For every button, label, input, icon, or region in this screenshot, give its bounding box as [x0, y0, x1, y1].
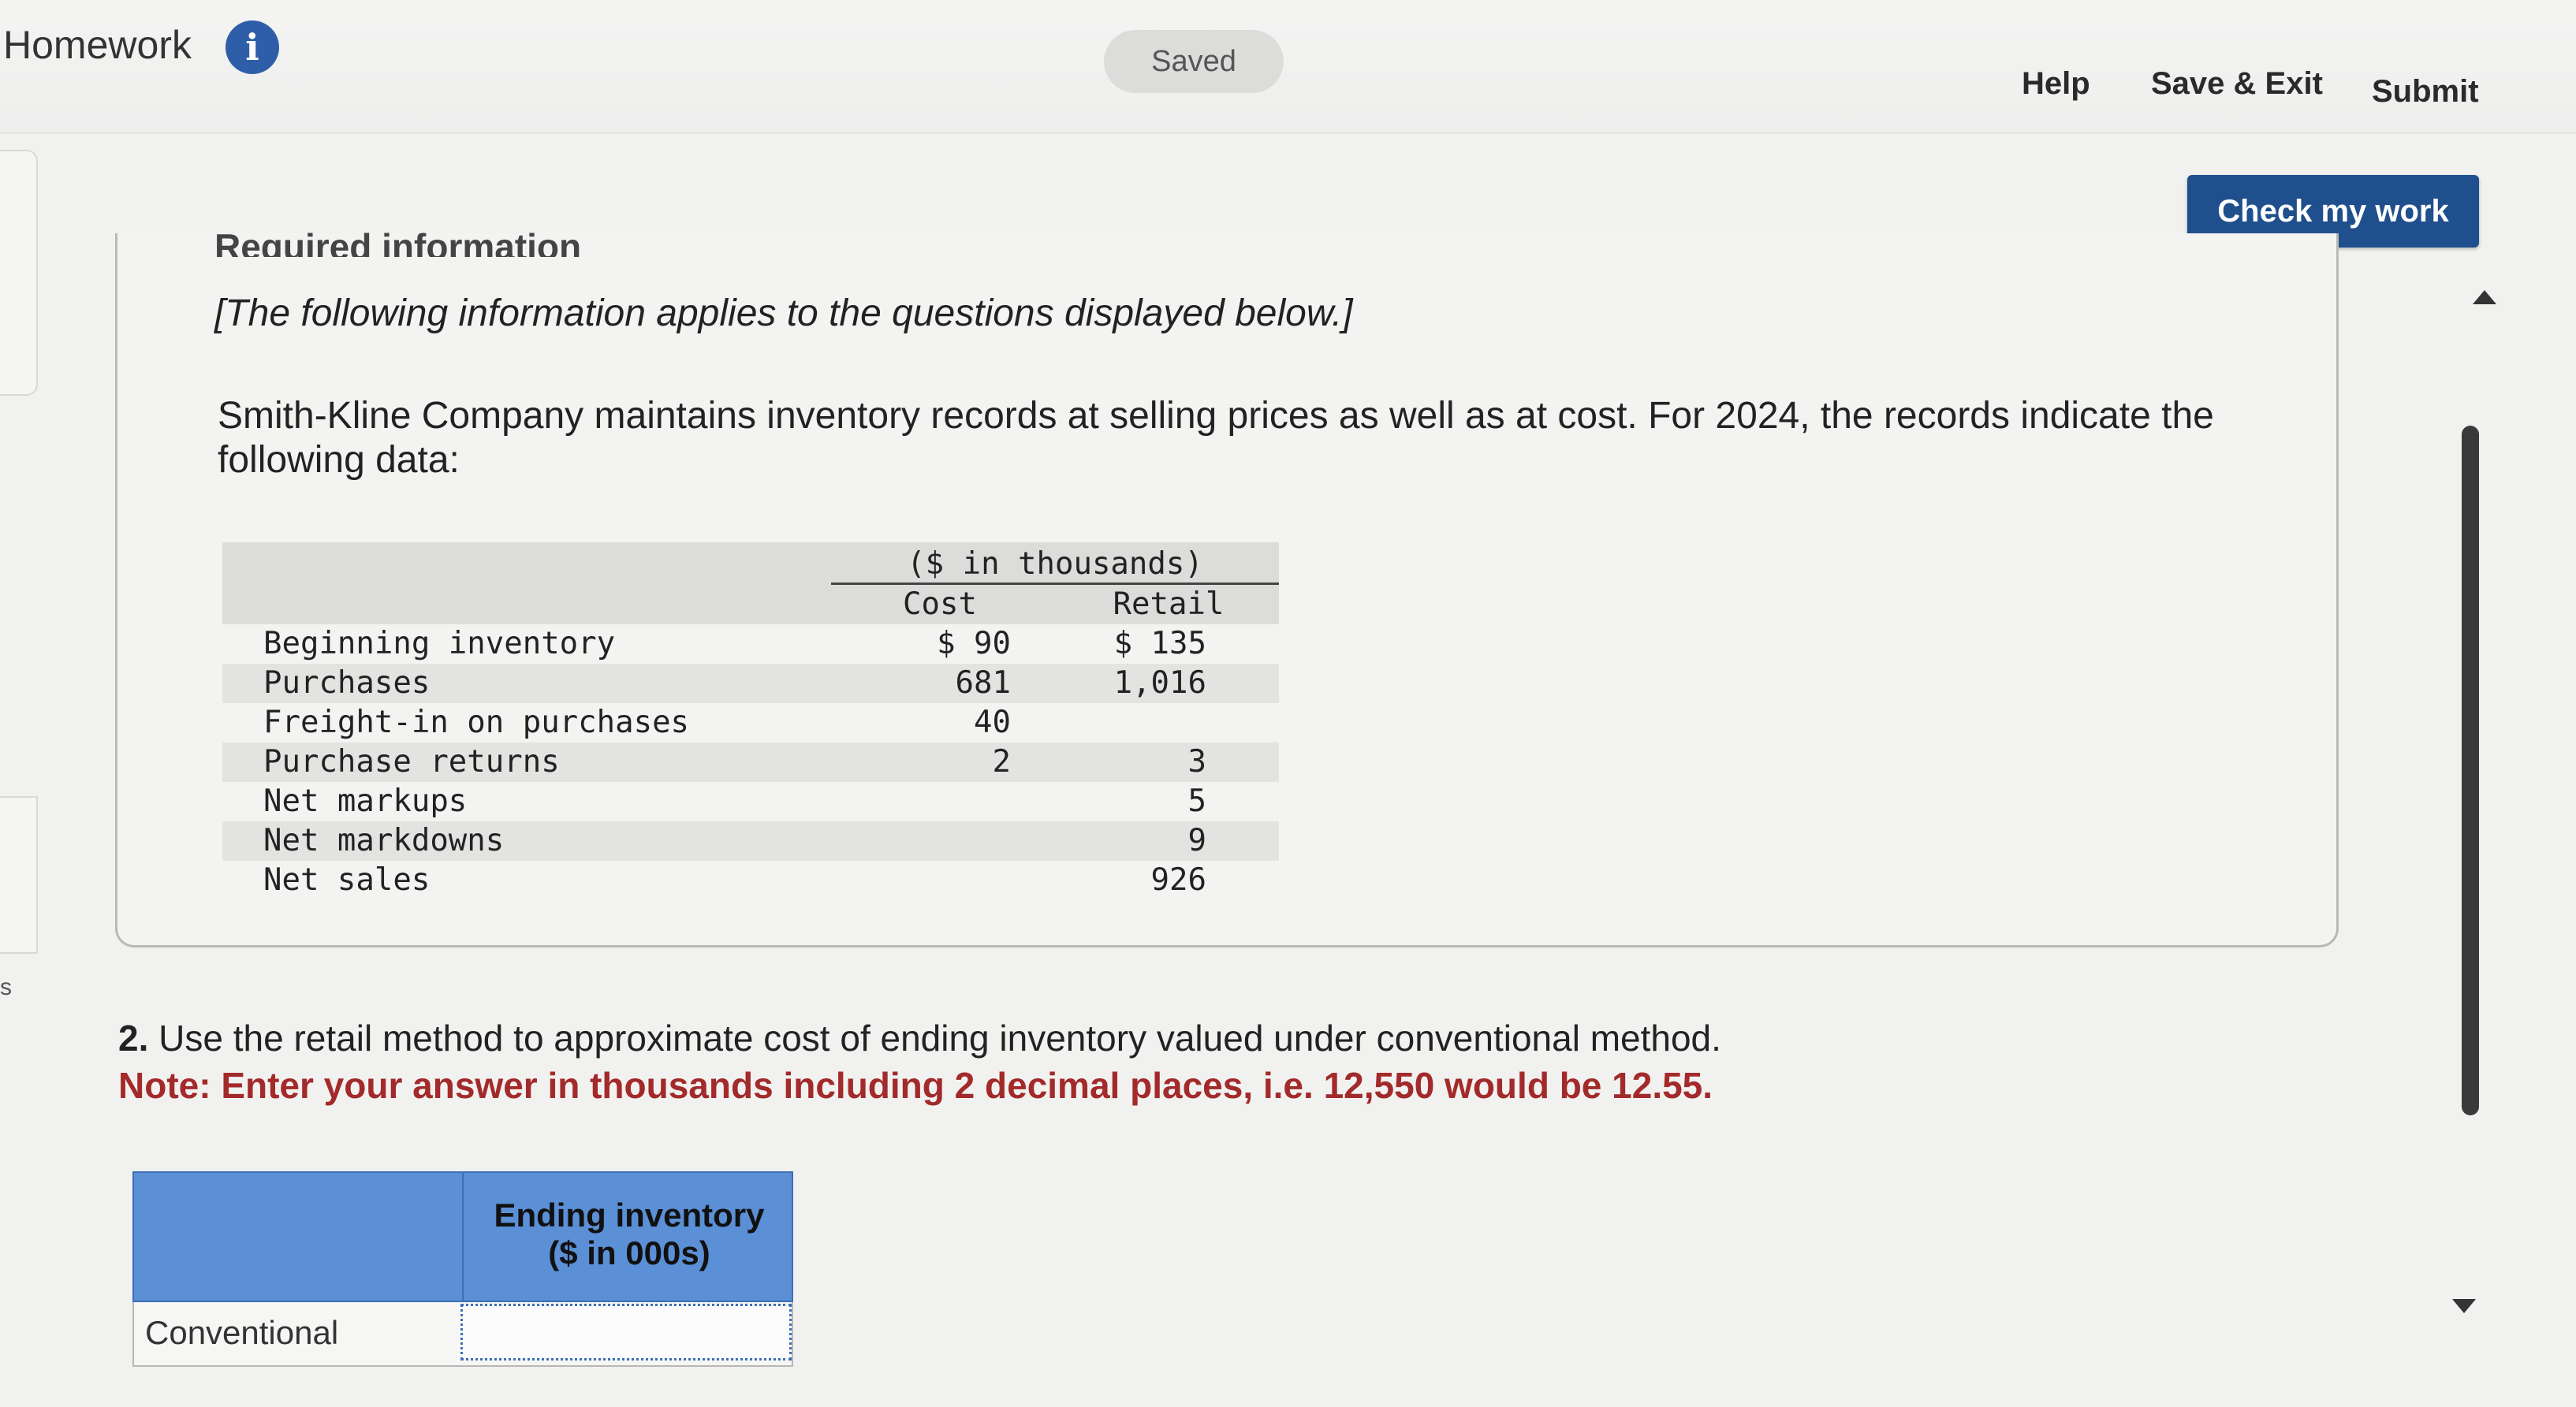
- table-row: Net markdowns 9: [222, 821, 1279, 861]
- row-retail-value: 5: [1187, 784, 1206, 819]
- intro-note: [The following information applies to th…: [214, 292, 1353, 334]
- row-retail-value: 3: [1187, 744, 1206, 780]
- left-rail-letter: s: [0, 974, 12, 1000]
- left-side-tab-lower[interactable]: [0, 796, 38, 954]
- app-title: Homework: [3, 23, 192, 67]
- table-row: Beginning inventory $ 90 $ 135: [222, 624, 1279, 664]
- panel-heading: Required information: [214, 226, 582, 257]
- info-icon[interactable]: i: [226, 20, 279, 74]
- ending-inventory-title-line2: ($ in 000s): [548, 1234, 710, 1271]
- table-body: Beginning inventory $ 90 $ 135 Purchases 681…: [222, 624, 1279, 900]
- left-side-tab[interactable]: [0, 150, 38, 396]
- scrollbar-thumb[interactable]: [2462, 426, 2479, 1115]
- scroll-up-arrow-icon[interactable]: [2473, 290, 2496, 304]
- question-number: 2.: [118, 1018, 149, 1059]
- row-retail-value: 1,016: [1113, 665, 1206, 701]
- save-exit-link[interactable]: Save & Exit: [2151, 66, 2323, 102]
- row-retail-value: $ 135: [1113, 626, 1206, 661]
- saved-status-badge: Saved: [1104, 30, 1284, 93]
- group-header: ($ in thousands): [831, 544, 1279, 585]
- ending-inventory-input[interactable]: [460, 1304, 792, 1360]
- inventory-data-table: ($ in thousands) Cost Retail Beginning i…: [222, 542, 1279, 900]
- submit-link[interactable]: Submit: [2372, 74, 2479, 110]
- ending-inventory-column-title: Ending inventory ($ in 000s): [464, 1197, 795, 1272]
- scroll-down-arrow-icon[interactable]: [2452, 1299, 2476, 1313]
- table-header: ($ in thousands) Cost Retail: [222, 542, 1279, 624]
- row-label: Freight-in on purchases: [263, 705, 690, 740]
- answer-table: Ending inventory ($ in 000s) Conventiona…: [132, 1171, 793, 1367]
- answer-table-header: Ending inventory ($ in 000s): [132, 1171, 795, 1304]
- column-header-retail: Retail: [1113, 586, 1225, 622]
- row-label: Net markups: [263, 784, 468, 819]
- question-text: 2. Use the retail method to approximate …: [118, 1017, 2247, 1059]
- question-note: Note: Enter your answer in thousands inc…: [118, 1065, 1713, 1106]
- table-row: Net sales 926: [222, 861, 1279, 900]
- problem-description: Smith-Kline Company maintains inventory …: [218, 395, 2214, 481]
- column-header-cost: Cost: [903, 586, 977, 622]
- table-row: Freight-in on purchases 40: [222, 703, 1279, 743]
- row-cost-value: 40: [974, 705, 1011, 740]
- top-bar: Homework i Saved Help Save & Exit Submit: [0, 0, 2576, 134]
- answer-row-conventional: Conventional: [132, 1302, 793, 1367]
- row-cost-value: 2: [992, 744, 1011, 780]
- row-label: Net markdowns: [263, 823, 505, 858]
- question-body: Use the retail method to approximate cos…: [158, 1018, 1721, 1059]
- help-link[interactable]: Help: [2022, 66, 2090, 102]
- table-row: Net markups 5: [222, 782, 1279, 821]
- row-label: Purchases: [263, 665, 431, 701]
- row-cost-value: $ 90: [937, 626, 1011, 661]
- answer-row-label: Conventional: [145, 1314, 339, 1351]
- row-label: Purchase returns: [263, 744, 560, 780]
- table-row: Purchases 681 1,016: [222, 664, 1279, 703]
- ending-inventory-title-line1: Ending inventory: [494, 1197, 765, 1234]
- row-cost-value: 681: [955, 665, 1011, 701]
- row-retail-value: 9: [1187, 823, 1206, 858]
- table-row: Purchase returns 2 3: [222, 743, 1279, 782]
- row-retail-value: 926: [1150, 862, 1206, 898]
- row-label: Beginning inventory: [263, 626, 616, 661]
- row-label: Net sales: [263, 862, 431, 898]
